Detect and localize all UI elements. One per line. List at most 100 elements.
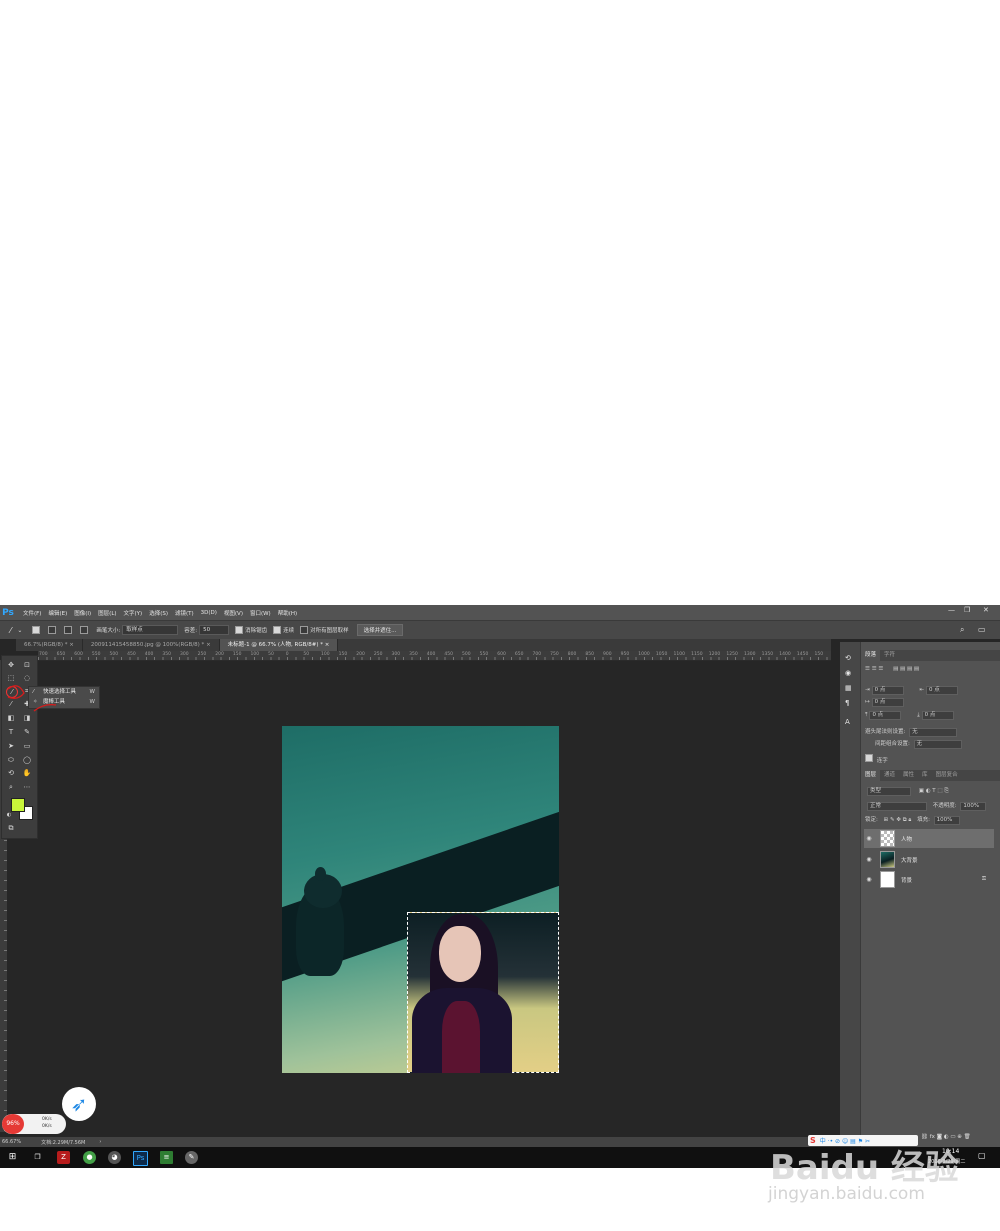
filter-type-icon[interactable]: T (932, 788, 935, 794)
character-icon[interactable]: A (845, 718, 850, 726)
close-tab-icon[interactable]: × (325, 642, 330, 648)
workspace-icon[interactable]: ▭ (978, 625, 986, 634)
ellipse-tool-icon[interactable]: ⬭ (6, 755, 16, 765)
move-tool-icon[interactable]: ✥ (6, 660, 16, 670)
type-tool-icon[interactable]: T (6, 727, 16, 737)
justify-all-icon[interactable]: ▤ (914, 666, 919, 672)
tolerance-input[interactable]: 50 (199, 625, 230, 635)
3d-tool-icon[interactable]: ⟲ (6, 768, 16, 778)
select-and-mask-button[interactable]: 选择并遮住... (356, 624, 404, 636)
shape-tool-icon[interactable]: ◯ (22, 755, 32, 765)
menu-filter[interactable]: 滤镜(T) (175, 609, 194, 617)
justify-left-icon[interactable]: ▤ (893, 666, 898, 672)
color-icon[interactable]: ◉ (845, 669, 851, 677)
menu-file[interactable]: 文件(F) (23, 609, 41, 617)
menu-window[interactable]: 窗口(W) (250, 609, 271, 617)
menu-edit[interactable]: 编辑(E) (48, 609, 67, 617)
magic-wand-icon[interactable]: ⁄ (10, 626, 11, 635)
align-right-icon[interactable]: ☰ (878, 666, 883, 672)
marquee-tool-icon[interactable]: ⬚ (6, 673, 16, 683)
paint-app-icon[interactable]: ✎ (185, 1151, 198, 1164)
filter-shape-icon[interactable]: ⬚ (937, 788, 942, 794)
tab-channels[interactable]: 通道 (880, 770, 899, 781)
lasso-tool-icon[interactable]: ◌ (22, 673, 32, 683)
indent-first-input[interactable]: 0 点 (871, 698, 904, 707)
lock-paint-icon[interactable]: ✎ (890, 817, 895, 823)
layer-row[interactable]: ◉ 人物 (864, 829, 994, 848)
add-selection-icon[interactable] (48, 626, 58, 634)
menu-help[interactable]: 帮助(H) (278, 609, 297, 617)
hyphenate-checkbox[interactable]: 连字 (865, 754, 888, 764)
space-before-input[interactable]: 0 点 (869, 711, 902, 720)
menu-view[interactable]: 视图(V) (224, 609, 243, 617)
lock-all-icon[interactable]: 🔒︎ (908, 817, 911, 823)
chevron-down-icon[interactable]: ⌄ (17, 627, 22, 634)
justify-center-icon[interactable]: ▤ (900, 666, 905, 672)
menu-select[interactable]: 选择(S) (149, 609, 168, 617)
align-center-icon[interactable]: ☰ (872, 666, 877, 672)
align-left-icon[interactable]: ☰ (865, 666, 870, 672)
task-view-icon[interactable]: ❐ (31, 1151, 44, 1164)
spreadsheet-icon[interactable]: ≡ (160, 1151, 173, 1164)
menu-layer[interactable]: 图层(L) (98, 609, 116, 617)
close-icon[interactable]: ✕ (983, 606, 989, 614)
layer-row[interactable]: ◉ 大背景 (864, 850, 994, 869)
menu-image[interactable]: 图像(I) (74, 609, 91, 617)
visibility-eye-icon[interactable]: ◉ (864, 835, 874, 842)
new-selection-icon[interactable] (32, 626, 42, 634)
antialias-checkbox[interactable]: 消除锯齿 (235, 626, 267, 634)
tab-layer-comps[interactable]: 图层复合 (932, 770, 962, 781)
layer-filter-select[interactable]: 类型 (867, 787, 911, 796)
restore-icon[interactable]: ❐ (964, 606, 970, 614)
tab-libraries[interactable]: 库 (918, 770, 932, 781)
network-monitor-widget[interactable]: 96% 0K/s 0K/s (2, 1114, 66, 1134)
rectangle-tool-icon[interactable]: ▭ (22, 741, 32, 751)
menu-type[interactable]: 文字(Y) (124, 609, 143, 617)
justify-right-icon[interactable]: ▤ (907, 666, 912, 672)
tab-document-2[interactable]: 200911415458850.jpg @ 100%(RGB/8) * × (83, 639, 220, 651)
close-tab-icon[interactable]: × (206, 642, 211, 648)
tab-properties[interactable]: 属性 (899, 770, 918, 781)
document-canvas[interactable] (282, 726, 559, 1073)
more-tools-icon[interactable]: ⋯ (22, 782, 32, 792)
menu-3d[interactable]: 3D(D) (201, 610, 217, 616)
lock-artboard-icon[interactable]: ⧉ (903, 817, 907, 823)
browser-icon[interactable]: ◕ (108, 1151, 121, 1164)
visibility-eye-icon[interactable]: ◉ (864, 876, 874, 883)
fill-input[interactable]: 100% (933, 816, 960, 825)
subtract-selection-icon[interactable] (64, 626, 74, 634)
bird-app-icon[interactable]: ➶ (62, 1087, 96, 1121)
photoshop-taskbar-icon[interactable]: Ps (133, 1151, 148, 1166)
tab-layers[interactable]: 图层 (861, 770, 881, 781)
zoom-tool-icon[interactable]: ⌕ (6, 782, 16, 792)
sample-all-checkbox[interactable]: 对所有图层取样 (300, 626, 349, 634)
search-icon[interactable]: ⌕ (960, 625, 964, 635)
tab-document-3[interactable]: 未标题-1 @ 66.7% (人物, RGB/8#) * × (219, 639, 339, 651)
sample-size-select[interactable]: 取样点 (122, 625, 179, 635)
space-after-input[interactable]: 0 点 (921, 711, 954, 720)
tab-character[interactable]: 字符 (880, 650, 899, 661)
path-select-tool-icon[interactable]: ➤ (6, 741, 16, 751)
history-icon[interactable]: ⟲ (845, 654, 851, 662)
lock-pixels-icon[interactable]: ⊞ (884, 817, 889, 823)
layer-row[interactable]: ◉ 背景 ⚿ (864, 870, 994, 889)
mojikumi-select[interactable]: 无 (913, 740, 962, 749)
artboard-tool-icon[interactable]: ⊡ (22, 660, 32, 670)
filter-pixel-icon[interactable]: ▣ (919, 788, 924, 794)
hand-tool-icon[interactable]: ✋ (22, 768, 32, 778)
kinsoku-select[interactable]: 无 (909, 728, 958, 737)
intersect-selection-icon[interactable] (80, 626, 90, 634)
lock-move-icon[interactable]: ✥ (896, 817, 901, 823)
filter-smart-icon[interactable]: ⎘ (944, 788, 948, 794)
paragraph-icon[interactable]: ¶ (845, 699, 849, 707)
pen-tool-icon[interactable]: ✎ (22, 727, 32, 737)
contiguous-checkbox[interactable]: 连续 (273, 626, 294, 634)
tab-paragraph[interactable]: 段落 (861, 650, 881, 661)
indent-left-input[interactable]: 0 点 (871, 686, 904, 695)
screen-mode-icon[interactable]: ⧉ (6, 823, 16, 833)
blend-mode-select[interactable]: 正常 (867, 802, 927, 811)
zoom-level[interactable]: 66.67% (2, 1139, 21, 1145)
opacity-input[interactable]: 100% (960, 802, 987, 811)
foreground-color-swatch[interactable] (11, 798, 25, 812)
visibility-eye-icon[interactable]: ◉ (864, 856, 874, 863)
